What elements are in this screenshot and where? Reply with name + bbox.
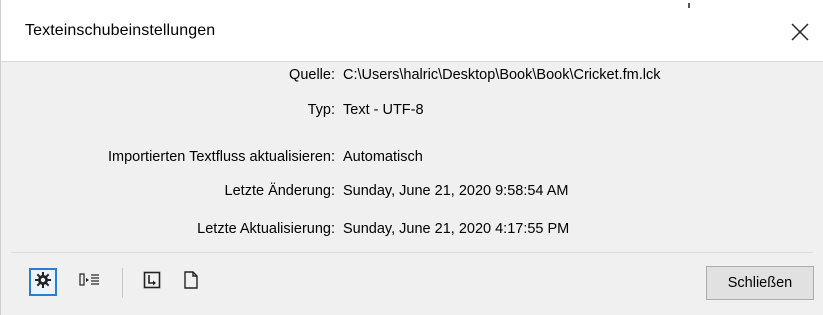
row-source: Quelle: C:\Users\halric\Desktop\Book\Boo… [1, 62, 823, 88]
update-icon [143, 271, 161, 294]
row-type: Typ: Text - UTF-8 [1, 97, 823, 123]
text-inset-settings-dialog: Texteinschubeinstellungen Quelle: C:\Use… [0, 0, 823, 315]
last-modified-value: Sunday, June 21, 2020 9:58:54 AM [343, 183, 569, 199]
document-icon [183, 270, 199, 294]
settings-gear-icon [34, 271, 52, 294]
last-updated-value: Sunday, June 21, 2020 4:17:55 PM [343, 221, 570, 237]
bottom-toolbar: Schließen [1, 266, 823, 302]
document-button[interactable] [177, 268, 205, 296]
toolbar-separator [122, 268, 123, 298]
row-update-mode: Importierten Textfluss aktualisieren: Au… [1, 144, 823, 170]
update-mode-label: Importierten Textfluss aktualisieren: [107, 149, 335, 165]
type-label: Typ: [307, 102, 335, 118]
divider [11, 252, 813, 253]
source-value: C:\Users\halric\Desktop\Book\Book\Cricke… [343, 67, 661, 83]
last-modified-label: Letzte Änderung: [224, 183, 335, 199]
dialog-title: Texteinschubeinstellungen [25, 22, 216, 39]
last-updated-label: Letzte Aktualisierung: [197, 221, 335, 237]
title-bar-mark [688, 3, 690, 8]
settings-button[interactable] [29, 268, 57, 296]
import-text-button[interactable] [76, 268, 104, 296]
close-icon [791, 23, 809, 41]
close-window-button[interactable] [776, 10, 823, 54]
source-label: Quelle: [289, 67, 335, 83]
import-text-icon [79, 272, 101, 293]
row-last-modified: Letzte Änderung: Sunday, June 21, 2020 9… [1, 178, 823, 204]
title-bar: Texteinschubeinstellungen [1, 0, 823, 62]
row-last-updated: Letzte Aktualisierung: Sunday, June 21, … [1, 216, 823, 242]
close-button[interactable]: Schließen [706, 266, 814, 300]
update-button[interactable] [138, 268, 166, 296]
type-value: Text - UTF-8 [343, 102, 424, 118]
update-mode-value: Automatisch [343, 149, 423, 165]
